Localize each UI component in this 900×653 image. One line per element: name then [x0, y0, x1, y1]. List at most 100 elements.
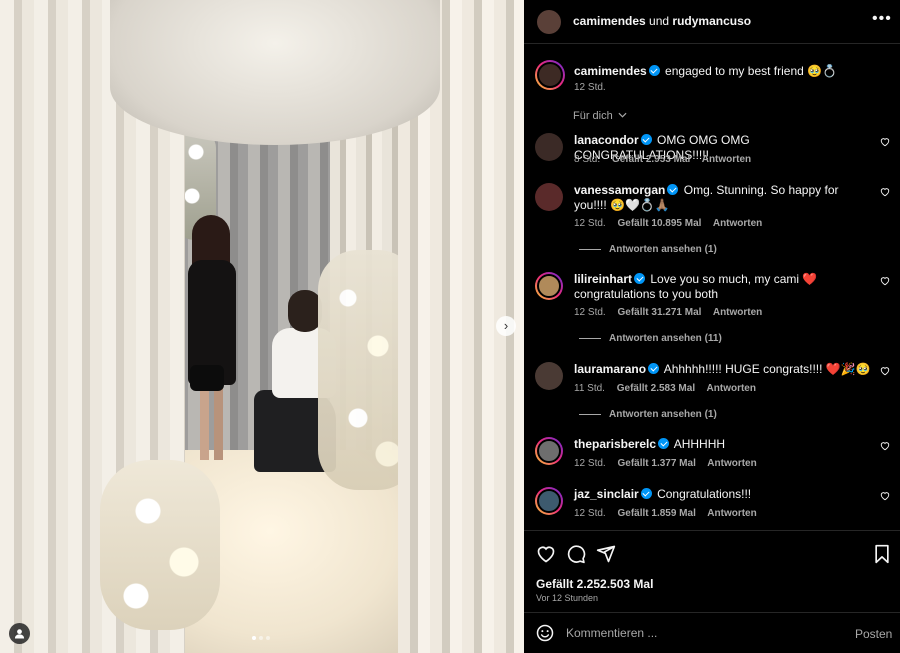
post-caption: camimendes engaged to my best friend 🥹💍	[574, 63, 874, 79]
caption-avatar[interactable]	[535, 60, 565, 90]
view-replies-label: Antworten ansehen (11)	[609, 333, 722, 344]
reply-button[interactable]: Antworten	[707, 458, 756, 469]
comment-body: lilireinhart Love you so much, my cami ❤…	[574, 272, 874, 302]
actions-divider	[524, 530, 900, 531]
comment-likes[interactable]: Gefällt 1.859 Mal	[617, 508, 695, 519]
comment-avatar[interactable]	[535, 272, 563, 300]
heart-icon[interactable]	[880, 441, 890, 451]
comment-time: 12 Std.	[574, 508, 606, 519]
post-comment-button[interactable]: Posten	[855, 627, 892, 641]
heart-icon[interactable]	[880, 137, 890, 147]
verified-badge-icon	[648, 363, 660, 374]
verified-badge-icon	[658, 438, 670, 449]
comment-username[interactable]: jaz_sinclair	[574, 487, 639, 501]
comment-username[interactable]: vanessamorgan	[574, 183, 665, 197]
replies-divider	[579, 249, 601, 250]
replies-divider	[579, 414, 601, 415]
comment-likes[interactable]: Gefällt 2.583 Mal	[617, 383, 695, 394]
photo-woman	[186, 215, 238, 465]
verified-badge-icon	[667, 184, 679, 195]
verified-badge-icon	[634, 273, 646, 284]
comment-username[interactable]: lanacondor	[574, 133, 639, 147]
reply-button[interactable]: Antworten	[707, 383, 756, 394]
tagged-users-button[interactable]	[9, 623, 30, 644]
reply-button[interactable]: Antworten	[713, 307, 762, 318]
comment-avatar[interactable]	[535, 362, 563, 390]
comment-bubble-icon[interactable]	[566, 544, 586, 564]
comment-time: 8 Std.	[574, 154, 601, 165]
comment-meta: 12 Std. Gefällt 1.859 Mal Antworten	[574, 508, 766, 519]
comment-username[interactable]: lauramarano	[574, 362, 646, 376]
comment-body: jaz_sinclair Congratulations!!!	[574, 487, 874, 502]
comment-time: 12 Std.	[574, 307, 606, 318]
chevron-down-icon	[618, 112, 627, 118]
comment-text: AHHHHH	[673, 437, 726, 451]
comment-body: theparisberelc AHHHHH	[574, 437, 874, 452]
view-replies-button[interactable]: Antworten ansehen (11)	[579, 333, 722, 344]
view-replies-button[interactable]: Antworten ansehen (1)	[579, 409, 717, 420]
post-authors: camimendes und rudymancuso	[573, 14, 751, 28]
comment-likes[interactable]: Gefällt 1.377 Mal	[617, 458, 695, 469]
heart-icon[interactable]	[880, 366, 890, 376]
photo-ceiling-drape	[110, 0, 440, 145]
comment-body: vanessamorgan Omg. Stunning. So happy fo…	[574, 183, 874, 213]
comment-meta: 8 Std. Gefällt 2.953 Mal Antworten	[574, 154, 760, 165]
chevron-right-icon: ›	[503, 318, 509, 333]
view-replies-label: Antworten ansehen (1)	[609, 409, 717, 420]
carousel-dots	[252, 636, 270, 640]
reply-button[interactable]: Antworten	[713, 218, 762, 229]
more-options-button[interactable]: •••	[872, 10, 892, 28]
replies-divider	[579, 338, 601, 339]
comment-likes[interactable]: Gefällt 2.953 Mal	[612, 154, 690, 165]
comment-avatar[interactable]	[535, 487, 563, 515]
heart-icon[interactable]	[880, 491, 890, 501]
carousel-dot	[266, 636, 270, 640]
coauthor-username[interactable]: rudymancuso	[672, 14, 751, 28]
caption-text: engaged to my best friend 🥹💍	[665, 64, 838, 78]
like-heart-icon[interactable]	[536, 544, 556, 564]
verified-badge-icon	[640, 134, 652, 145]
carousel-dot	[252, 636, 256, 640]
reply-button[interactable]: Antworten	[707, 508, 756, 519]
composer-divider	[524, 612, 900, 613]
emoji-icon[interactable]	[536, 624, 554, 642]
comment-time: 11 Std.	[574, 383, 605, 394]
comment-filter-dropdown[interactable]: Für dich	[573, 110, 627, 122]
comment-input[interactable]	[566, 626, 836, 640]
comment-username[interactable]: theparisberelc	[574, 437, 656, 451]
view-replies-button[interactable]: Antworten ansehen (1)	[579, 244, 717, 255]
post-details-panel: camimendes und rudymancuso ••• camimende…	[524, 0, 900, 653]
comment-text: Congratulations!!!	[657, 487, 752, 501]
comment-username[interactable]: lilireinhart	[574, 272, 632, 286]
comment-time: 12 Std.	[574, 218, 606, 229]
comment-likes[interactable]: Gefällt 31.271 Mal	[617, 307, 701, 318]
caption-time: 12 Std.	[574, 82, 606, 93]
comment-likes[interactable]: Gefällt 10.895 Mal	[617, 218, 701, 229]
comment-body: lauramarano Ahhhhh!!!!! HUGE congrats!!!…	[574, 362, 874, 377]
collab-avatar[interactable]	[537, 10, 561, 34]
bookmark-icon[interactable]	[872, 544, 892, 564]
share-send-icon[interactable]	[596, 544, 616, 564]
verified-badge-icon	[640, 488, 652, 499]
comment-avatar[interactable]	[535, 183, 563, 211]
comment-avatar[interactable]	[535, 133, 563, 161]
comment-text: Ahhhhh!!!!! HUGE congrats!!!! ❤️🎉🥹	[663, 362, 871, 376]
post-likes-count[interactable]: Gefällt 2.252.503 Mal	[536, 577, 653, 591]
more-icon: •••	[872, 10, 892, 27]
photo-flowers-left	[100, 460, 220, 630]
post-header: camimendes und rudymancuso •••	[524, 0, 900, 44]
carousel-next-button[interactable]: ›	[496, 316, 516, 336]
heart-icon[interactable]	[880, 276, 890, 286]
caption-username[interactable]: camimendes	[574, 64, 647, 78]
comment-avatar[interactable]	[535, 437, 563, 465]
comment-time: 12 Std.	[574, 458, 606, 469]
heart-icon[interactable]	[880, 187, 890, 197]
reply-button[interactable]: Antworten	[702, 154, 751, 165]
author-username[interactable]: camimendes	[573, 14, 646, 28]
comment-meta: 12 Std. Gefällt 31.271 Mal Antworten	[574, 307, 771, 318]
post-photo[interactable]: ›	[0, 0, 524, 653]
post-timestamp: Vor 12 Stunden	[536, 593, 599, 603]
comment-meta: 12 Std. Gefällt 1.377 Mal Antworten	[574, 458, 766, 469]
comment-filter-label: Für dich	[573, 110, 613, 122]
comment-meta: 11 Std. Gefällt 2.583 Mal Antworten	[574, 383, 765, 394]
